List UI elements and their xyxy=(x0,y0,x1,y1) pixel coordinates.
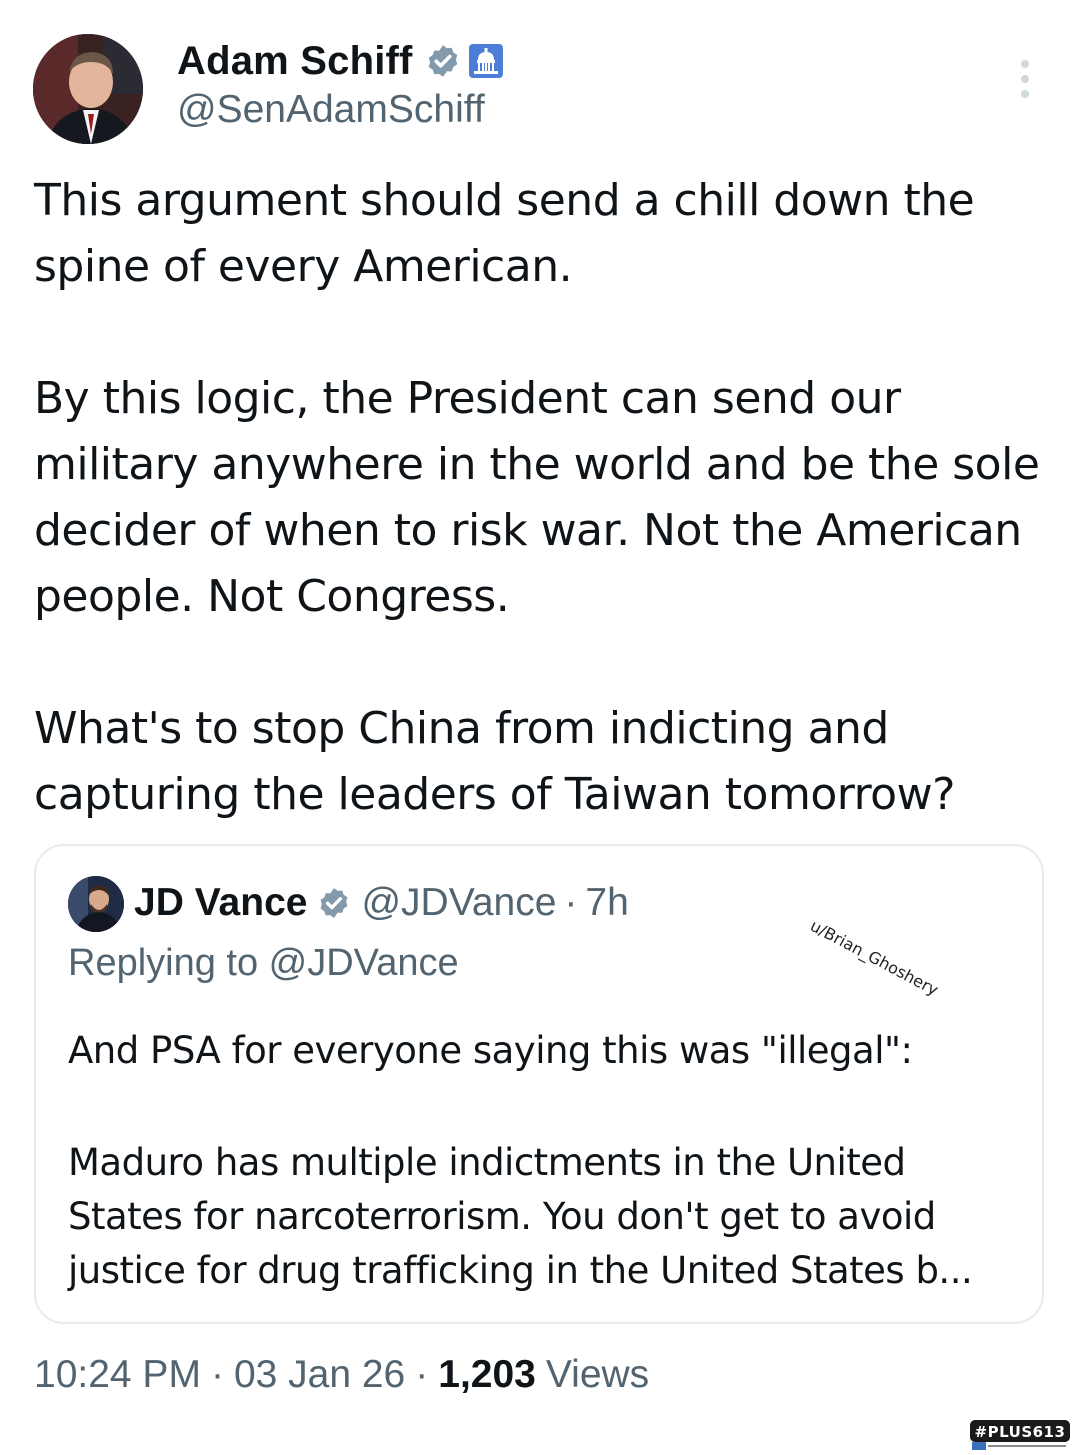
tweet-time[interactable]: 10:24 PM xyxy=(34,1353,201,1397)
author-display-name[interactable]: Adam Schiff xyxy=(177,39,413,84)
plus613-logo: #PLUS613 xyxy=(970,1418,1070,1450)
tweet-meta-row: 10:24 PM · 03 Jan 26 · 1,203 Views xyxy=(34,1352,649,1398)
quoted-paragraph: Maduro has multiple indictments in the U… xyxy=(68,1141,973,1292)
author-handle[interactable]: @SenAdamSchiff xyxy=(177,88,485,132)
government-capitol-icon[interactable] xyxy=(468,44,503,78)
replying-to[interactable]: Replying to @JDVance xyxy=(68,942,459,985)
author-avatar[interactable] xyxy=(33,34,143,144)
quoted-handle[interactable]: @JDVance xyxy=(361,881,556,925)
separator-dot: · xyxy=(415,1353,429,1396)
verified-icon[interactable] xyxy=(317,886,351,920)
quoted-paragraph: And PSA for everyone saying this was "il… xyxy=(68,1029,913,1072)
tweet-date[interactable]: 03 Jan 26 xyxy=(234,1353,405,1397)
tweet-text: This argument should send a chill down t… xyxy=(34,168,1054,828)
tweet-paragraph: This argument should send a chill down t… xyxy=(34,175,975,292)
quoted-author-avatar[interactable] xyxy=(68,876,124,932)
verified-icon[interactable] xyxy=(425,43,461,79)
separator-dot: · xyxy=(564,881,578,924)
tweet: Adam Schiff @SenAdamSchiff This argument… xyxy=(0,0,1080,1455)
quoted-tweet-text: And PSA for everyone saying this was "il… xyxy=(68,1024,1018,1298)
views-count: 1,203 xyxy=(438,1353,536,1396)
tweet-paragraph: By this logic, the President can send ou… xyxy=(34,373,1040,622)
separator-dot: · xyxy=(210,1353,224,1396)
quoted-name-row: JD Vance @JDVance · 7h xyxy=(134,878,629,928)
quoted-tweet-card[interactable]: JD Vance @JDVance · 7h u/Brian_Ghoshery … xyxy=(34,844,1044,1324)
watermark-username: u/Brian_Ghoshery xyxy=(807,916,942,1000)
more-options-icon[interactable] xyxy=(1008,58,1042,102)
tweet-paragraph: What's to stop China from indicting and … xyxy=(34,703,955,820)
quoted-timestamp[interactable]: 7h xyxy=(585,881,628,925)
author-name-row: Adam Schiff xyxy=(177,38,503,84)
quoted-display-name[interactable]: JD Vance xyxy=(134,881,307,925)
views-label: Views xyxy=(545,1353,650,1396)
svg-text:#PLUS613: #PLUS613 xyxy=(975,1423,1066,1441)
